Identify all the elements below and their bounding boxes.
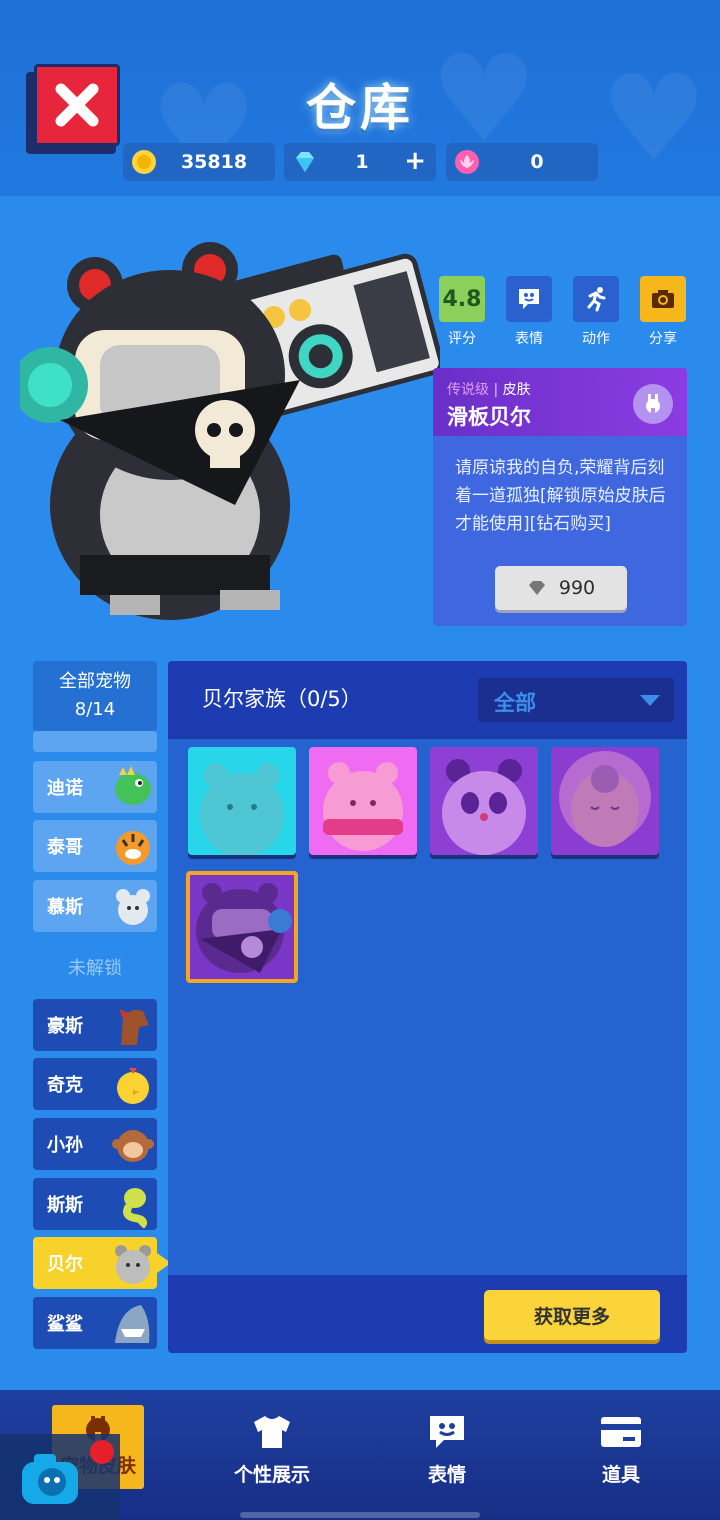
chick-icon (117, 1068, 149, 1104)
all-pets-header: 全部宠物 8/14 (33, 661, 157, 731)
close-button[interactable] (26, 64, 122, 154)
pet-item-mouse[interactable]: 慕斯 (33, 880, 157, 932)
skin-tile[interactable] (430, 747, 538, 855)
filter-value: 全部 (494, 691, 536, 715)
add-diamond-button[interactable]: + (404, 148, 426, 174)
family-title: 贝尔家族（0/5） (202, 687, 362, 711)
emote-label: 表情 (515, 331, 543, 347)
rating-button[interactable]: 4.8 评分 (438, 276, 486, 348)
tiger-icon (116, 831, 150, 865)
nav-label-emote: 表情 (427, 1464, 466, 1486)
coin-counter: 35818 (123, 143, 275, 181)
horse-icon (119, 1009, 149, 1045)
skin-panel: 贝尔家族（0/5） 全部 获取更多 (168, 661, 687, 1353)
running-icon (587, 287, 606, 312)
monkey-icon (112, 1130, 154, 1162)
motion-button[interactable]: 动作 (572, 276, 620, 348)
shark-icon (115, 1305, 150, 1343)
nav-item-items[interactable]: 道具 (566, 1410, 676, 1500)
tshirt-icon (254, 1416, 290, 1448)
chat-icon (519, 289, 539, 309)
skin-tile[interactable] (309, 747, 417, 855)
chat-icon (430, 1416, 464, 1448)
motion-label: 动作 (582, 331, 610, 347)
skin-info-card: 传说级 | 皮肤 滑板贝尔 请原谅我的自负,荣耀背后刻着一道孤独[解锁原始皮肤后… (433, 368, 687, 626)
diamond-value: 1 (355, 151, 369, 173)
page-title: 仓库 (306, 79, 414, 137)
pet-item-monkey[interactable]: 小孙 (33, 1118, 157, 1170)
character-illustration (20, 242, 440, 620)
rating-icon: 4.8 (439, 276, 485, 322)
all-pets-count: 8/14 (74, 699, 116, 720)
dinosaur-icon (115, 766, 151, 805)
locked-section-label: 未解锁 (68, 958, 122, 979)
pet-item-tiger[interactable]: 泰哥 (33, 820, 157, 872)
bear-icon (115, 1245, 151, 1284)
skin-description: 请原谅我的自负,荣耀背后刻着一道孤独[解锁原始皮肤后才能使用][钻石购买] (455, 458, 666, 534)
heart-deco-icon: ♥ (600, 50, 708, 189)
bear-skin-buddha-icon (551, 747, 659, 855)
notification-dot (90, 1440, 114, 1464)
pet-item-horse[interactable]: 豪斯 (33, 999, 157, 1051)
price-value: 990 (558, 577, 596, 599)
bear-skin-pink-icon (309, 747, 417, 855)
diamond-icon (296, 152, 314, 172)
nav-label-items: 道具 (601, 1464, 640, 1486)
type-label: 皮肤 (502, 382, 531, 398)
share-button[interactable]: 分享 (639, 276, 687, 348)
get-more-button[interactable]: 获取更多 (484, 1290, 660, 1340)
pet-item-bear[interactable]: 贝尔 (33, 1237, 171, 1289)
skin-name: 滑板贝尔 (447, 405, 531, 429)
rating-value: 4.8 (442, 286, 482, 312)
camera-icon (652, 290, 674, 308)
mouse-icon (116, 889, 150, 925)
rarity-label: 传说级 (447, 382, 489, 398)
bear-skin-cyan-icon (188, 747, 296, 855)
pet-item-snake[interactable]: 斯斯 (33, 1178, 157, 1230)
coin-value: 35818 (180, 151, 248, 173)
flower-icon (455, 150, 479, 174)
filter-dropdown[interactable]: 全部 (478, 678, 674, 722)
rating-label: 评分 (448, 331, 476, 347)
flower-counter: 0 (446, 143, 598, 181)
card-icon (601, 1417, 641, 1447)
snake-icon (123, 1188, 147, 1228)
nav-label-profile: 个性展示 (233, 1464, 310, 1486)
home-indicator (240, 1512, 480, 1518)
bear-skin-skater-icon (190, 875, 294, 979)
skin-tile[interactable] (551, 747, 659, 855)
flower-value: 0 (530, 151, 544, 173)
share-label: 分享 (649, 331, 677, 347)
get-more-label: 获取更多 (533, 1305, 610, 1328)
chevron-down-icon (640, 695, 660, 706)
pet-item-dino[interactable]: 迪诺 (33, 761, 157, 813)
paw-badge-icon (633, 384, 673, 424)
all-pets-title: 全部宠物 (59, 671, 131, 692)
close-icon (55, 83, 99, 127)
diamond-icon (528, 581, 545, 595)
diamond-buy-button[interactable]: 990 (495, 566, 627, 610)
pet-item-chick[interactable]: 奇克 (33, 1058, 157, 1110)
diamond-counter: 1 + (284, 143, 436, 181)
camera-mascot-icon (22, 1454, 78, 1504)
pet-item-partial[interactable] (33, 731, 157, 752)
emote-button[interactable]: 表情 (505, 276, 553, 348)
bear-skin-panda-icon (430, 747, 538, 855)
skin-tile-selected[interactable] (186, 871, 298, 983)
pet-item-shark[interactable]: 鲨鲨 (33, 1297, 157, 1349)
coin-icon (132, 150, 156, 174)
skin-tile[interactable] (188, 747, 296, 855)
nav-item-profile[interactable]: 个性展示 (217, 1410, 327, 1500)
nav-item-emote[interactable]: 表情 (392, 1410, 502, 1500)
